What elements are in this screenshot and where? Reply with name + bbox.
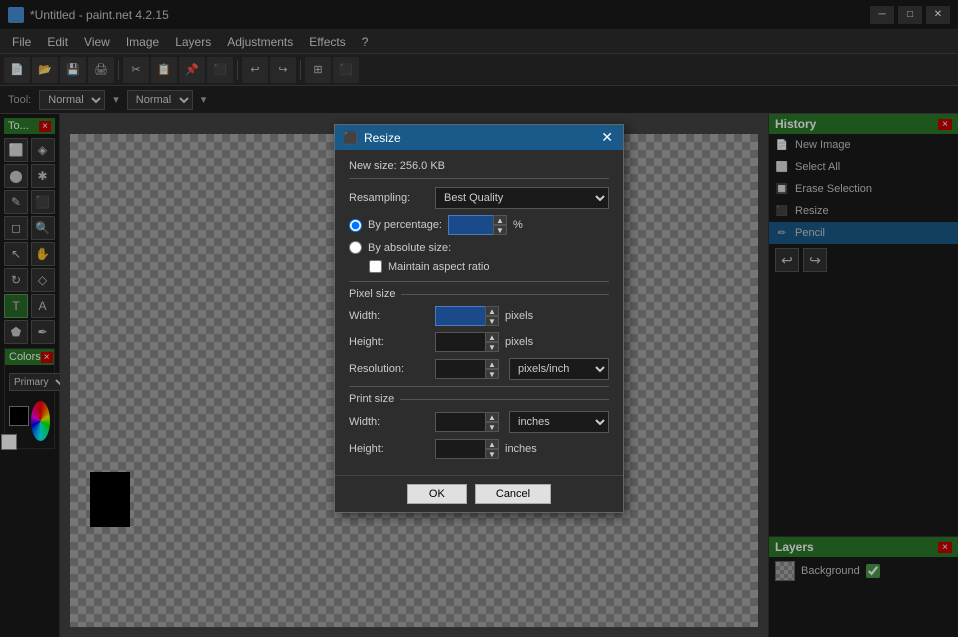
- resize-dialog: ⬛ Resize ✕ New size: 256.0 KB Resampling…: [334, 124, 624, 513]
- by-percentage-label: By percentage:: [368, 219, 442, 231]
- print-width-unit-select[interactable]: inches cm: [509, 411, 609, 433]
- maintain-aspect-row: Maintain aspect ratio: [369, 260, 609, 273]
- width-spin-down[interactable]: ▼: [485, 316, 499, 326]
- resampling-row: Resampling: Best Quality Bicubic Bilinea…: [349, 187, 609, 209]
- dialog-buttons: OK Cancel: [335, 475, 623, 512]
- height-input-group: 256 ▲ ▼: [435, 332, 499, 352]
- dialog-body: New size: 256.0 KB Resampling: Best Qual…: [335, 150, 623, 475]
- resolution-spinners: ▲ ▼: [485, 359, 499, 379]
- height-spin-down[interactable]: ▼: [485, 342, 499, 352]
- height-input[interactable]: 256: [435, 332, 485, 352]
- percentage-input-group: 100 ▲ ▼: [448, 215, 507, 235]
- width-spin-up[interactable]: ▲: [485, 306, 499, 316]
- dialog-titlebar: ⬛ Resize ✕: [335, 125, 623, 150]
- print-height-spin-up[interactable]: ▲: [485, 439, 499, 449]
- height-spinners: ▲ ▼: [485, 332, 499, 352]
- width-spinners: ▲ ▼: [485, 306, 499, 326]
- by-percentage-row: By percentage: 100 ▲ ▼ %: [349, 215, 609, 235]
- resolution-label: Resolution:: [349, 363, 429, 375]
- percentage-spinners: ▲ ▼: [493, 215, 507, 235]
- print-width-row: Width: 2.67 ▲ ▼ inches cm: [349, 411, 609, 433]
- resolution-spin-up[interactable]: ▲: [485, 359, 499, 369]
- maintain-aspect-checkbox[interactable]: [369, 260, 382, 273]
- width-label: Width:: [349, 310, 429, 322]
- width-input[interactable]: 256: [435, 306, 485, 326]
- print-width-input-group: 2.67 ▲ ▼: [435, 412, 499, 432]
- cancel-button[interactable]: Cancel: [475, 484, 551, 504]
- print-width-spin-up[interactable]: ▲: [485, 412, 499, 422]
- resolution-unit-select[interactable]: pixels/inch pixels/cm: [509, 358, 609, 380]
- print-width-spinners: ▲ ▼: [485, 412, 499, 432]
- print-height-input-group: 2.67 ▲ ▼: [435, 439, 499, 459]
- print-height-spin-down[interactable]: ▼: [485, 449, 499, 459]
- ok-button[interactable]: OK: [407, 484, 467, 504]
- print-height-row: Height: 2.67 ▲ ▼ inches: [349, 439, 609, 459]
- print-width-label: Width:: [349, 416, 429, 428]
- width-input-group: 256 ▲ ▼: [435, 306, 499, 326]
- by-absolute-row: By absolute size:: [349, 241, 609, 254]
- dialog-title: Resize: [364, 131, 401, 145]
- height-row: Height: 256 ▲ ▼ pixels: [349, 332, 609, 352]
- percentage-spin-down[interactable]: ▼: [493, 225, 507, 235]
- print-width-input[interactable]: 2.67: [435, 412, 485, 432]
- by-absolute-label: By absolute size:: [368, 242, 451, 254]
- resolution-spin-down[interactable]: ▼: [485, 369, 499, 379]
- dialog-icon: ⬛: [343, 131, 358, 145]
- by-percentage-radio[interactable]: [349, 219, 362, 232]
- print-height-spinners: ▲ ▼: [485, 439, 499, 459]
- dialog-close-button[interactable]: ✕: [599, 129, 615, 146]
- maintain-aspect-label: Maintain aspect ratio: [388, 261, 490, 273]
- width-row: Width: 256 ▲ ▼ pixels: [349, 306, 609, 326]
- height-spin-up[interactable]: ▲: [485, 332, 499, 342]
- width-unit: pixels: [505, 310, 533, 322]
- percentage-unit: %: [513, 219, 523, 231]
- dialog-size-info: New size: 256.0 KB: [349, 160, 609, 179]
- resampling-label: Resampling:: [349, 192, 429, 204]
- print-height-label: Height:: [349, 443, 429, 455]
- by-absolute-radio[interactable]: [349, 241, 362, 254]
- resampling-select[interactable]: Best Quality Bicubic Bilinear Nearest Ne…: [435, 187, 609, 209]
- print-size-section-label: Print size: [349, 386, 609, 405]
- print-width-spin-down[interactable]: ▼: [485, 422, 499, 432]
- print-height-unit: inches: [505, 443, 537, 455]
- height-unit: pixels: [505, 336, 533, 348]
- dialog-title-left: ⬛ Resize: [343, 131, 401, 145]
- resolution-input-group: 96.00 ▲ ▼: [435, 359, 499, 379]
- percentage-input[interactable]: 100: [448, 215, 493, 235]
- resolution-row: Resolution: 96.00 ▲ ▼ pixels/inch pixels…: [349, 358, 609, 380]
- height-label: Height:: [349, 336, 429, 348]
- print-height-input[interactable]: 2.67: [435, 439, 485, 459]
- resolution-input[interactable]: 96.00: [435, 359, 485, 379]
- pixel-size-section-label: Pixel size: [349, 281, 609, 300]
- percentage-spin-up[interactable]: ▲: [493, 215, 507, 225]
- dialog-overlay: ⬛ Resize ✕ New size: 256.0 KB Resampling…: [0, 0, 958, 637]
